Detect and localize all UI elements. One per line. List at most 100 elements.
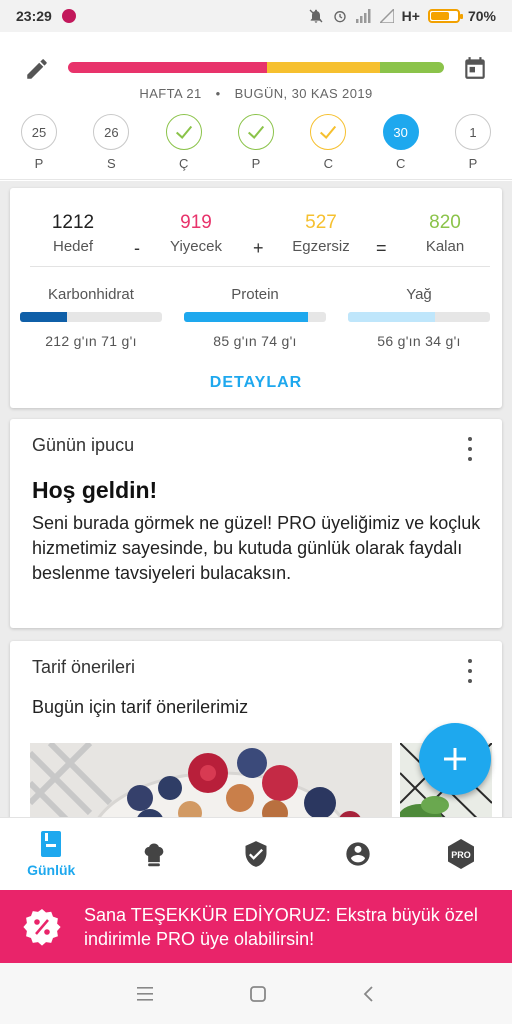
day-circle — [310, 114, 347, 150]
day-letter: S — [106, 156, 116, 171]
macro-title: Protein — [231, 286, 279, 303]
week-label: HAFTA 21 — [139, 86, 202, 101]
day-1[interactable]: 26 S — [92, 114, 130, 176]
macro-bar-fill — [184, 312, 308, 322]
nav-item-recipes[interactable] — [102, 818, 204, 890]
equals-sign: = — [376, 238, 387, 258]
day-4[interactable]: C — [309, 114, 347, 176]
battery-percent: 70% — [467, 8, 496, 24]
calorie-summary-card: 1212 Hedef - 919 Yiyecek + 527 Egzersiz … — [10, 188, 502, 408]
tip-card-title: Günün ipucu — [32, 435, 135, 455]
exercise-value: 527 — [305, 212, 337, 233]
pro-badge-text: PRO — [451, 850, 471, 860]
day-letter: P — [251, 156, 261, 171]
bottom-navigation: Günlük PRO — [0, 817, 512, 890]
mute-icon — [309, 9, 323, 23]
nav-item-pro[interactable]: PRO — [410, 818, 512, 890]
menu-icon[interactable] — [137, 986, 155, 1002]
pro-promo-banner[interactable]: Sana TEŞEKKÜR EDİYORUZ: Ekstra büyük öze… — [0, 890, 512, 963]
macro-2: Yağ 56 g'ın 34 g'ı — [348, 286, 490, 349]
back-icon[interactable] — [361, 985, 375, 1003]
alarm-icon — [334, 10, 346, 23]
macro-title: Karbonhidrat — [48, 286, 134, 303]
day-letter: P — [468, 156, 478, 171]
recipe-card-title: Tarif önerileri — [32, 657, 136, 677]
progress-segment — [68, 62, 268, 73]
signal-icon — [355, 9, 371, 23]
discount-badge-icon — [23, 908, 61, 946]
promo-text: Sana TEŞEKKÜR EDİYORUZ: Ekstra büyük öze… — [84, 904, 478, 949]
diary-content[interactable]: 1212 Hedef - 919 Yiyecek + 527 Egzersiz … — [0, 181, 512, 817]
status-bar: 23:29 H+ 70% — [0, 0, 512, 32]
exercise-label: Egzersiz — [292, 238, 350, 255]
divider — [30, 266, 490, 267]
network-type: H+ — [401, 8, 420, 24]
week-separator: • — [215, 86, 221, 101]
macro-bar-fill — [348, 312, 435, 322]
system-navigation-bar — [0, 963, 512, 1024]
goal-value: 1212 — [51, 212, 95, 233]
macro-bar — [348, 312, 490, 322]
nav-item-profile[interactable] — [307, 818, 409, 890]
macro-amount: 85 g'ın 74 g'ı — [213, 333, 297, 349]
nav-item-shield[interactable] — [205, 818, 307, 890]
day-number: 26 — [104, 124, 119, 140]
macro-bar — [184, 312, 326, 322]
day-letter: C — [395, 156, 406, 171]
food-value: 919 — [180, 212, 212, 233]
tip-body: Seni burada görmek ne güzel! PRO üyeliği… — [32, 513, 481, 583]
day-number: 1 — [469, 124, 477, 140]
calendar-icon[interactable] — [462, 54, 488, 82]
pro-badge-icon: PRO — [447, 839, 474, 869]
plus-sign: + — [253, 238, 264, 258]
food-column: 919 Yiyecek — [156, 212, 236, 255]
tip-more-icon[interactable] — [460, 437, 480, 461]
daily-progress-bar — [68, 62, 444, 73]
calorie-equation: 1212 Hedef - 919 Yiyecek + 527 Egzersiz … — [10, 212, 502, 262]
pencil-icon[interactable] — [24, 56, 50, 82]
day-circle — [237, 114, 274, 150]
check-icon — [320, 125, 337, 139]
nav-item-diary-label: Günlük — [27, 862, 76, 878]
macro-bar-fill — [20, 312, 67, 322]
check-icon — [175, 125, 192, 139]
day-2[interactable]: Ç — [165, 114, 203, 176]
status-time: 23:29 — [16, 8, 52, 24]
macro-title: Yağ — [406, 286, 432, 303]
recipe-more-icon[interactable] — [460, 659, 480, 683]
today-label: BUGÜN, 30 KAS 2019 — [234, 86, 373, 101]
day-5[interactable]: 30 C — [382, 114, 420, 176]
day-letter: P — [34, 156, 44, 171]
exercise-column: 527 Egzersiz — [276, 212, 366, 255]
day-letter: Ç — [178, 156, 189, 171]
macro-0: Karbonhidrat 212 g'ın 71 g'ı — [20, 286, 162, 349]
remaining-value: 820 — [429, 212, 461, 233]
progress-segment — [380, 62, 444, 73]
day-letter: C — [323, 156, 333, 171]
nav-item-diary[interactable]: Günlük — [0, 818, 102, 890]
add-entry-button[interactable] — [419, 723, 491, 795]
diary-icon — [41, 831, 62, 857]
macro-bar — [20, 312, 162, 322]
tip-card: Günün ipucu Hoş geldin! Seni burada görm… — [10, 419, 502, 628]
remaining-column: 820 Kalan — [410, 212, 480, 255]
day-3[interactable]: P — [237, 114, 275, 176]
day-number: 25 — [31, 124, 47, 140]
day-circle — [165, 114, 202, 150]
day-circle: 25 — [21, 114, 57, 150]
macro-amount: 212 g'ın 71 g'ı — [45, 333, 137, 349]
home-icon[interactable] — [249, 985, 267, 1003]
no-signal-icon — [379, 9, 394, 23]
recipe-image-berry-bowl[interactable] — [30, 743, 392, 817]
battery-icon — [427, 9, 463, 23]
day-6[interactable]: 1P — [454, 114, 492, 176]
day-circle: 1 — [454, 114, 491, 150]
week-day-selector: 25 P 26 S Ç P C 30 C 1 P — [20, 114, 492, 176]
account-icon — [346, 842, 371, 866]
goal-label: Hedef — [52, 238, 94, 255]
week-info: HAFTA 21 • BUGÜN, 30 KAS 2019 — [0, 86, 512, 101]
day-0[interactable]: 25 P — [20, 114, 58, 176]
chef-hat-icon — [144, 843, 163, 867]
minus-sign: - — [134, 238, 140, 258]
details-button[interactable]: DETAYLAR — [10, 374, 502, 392]
